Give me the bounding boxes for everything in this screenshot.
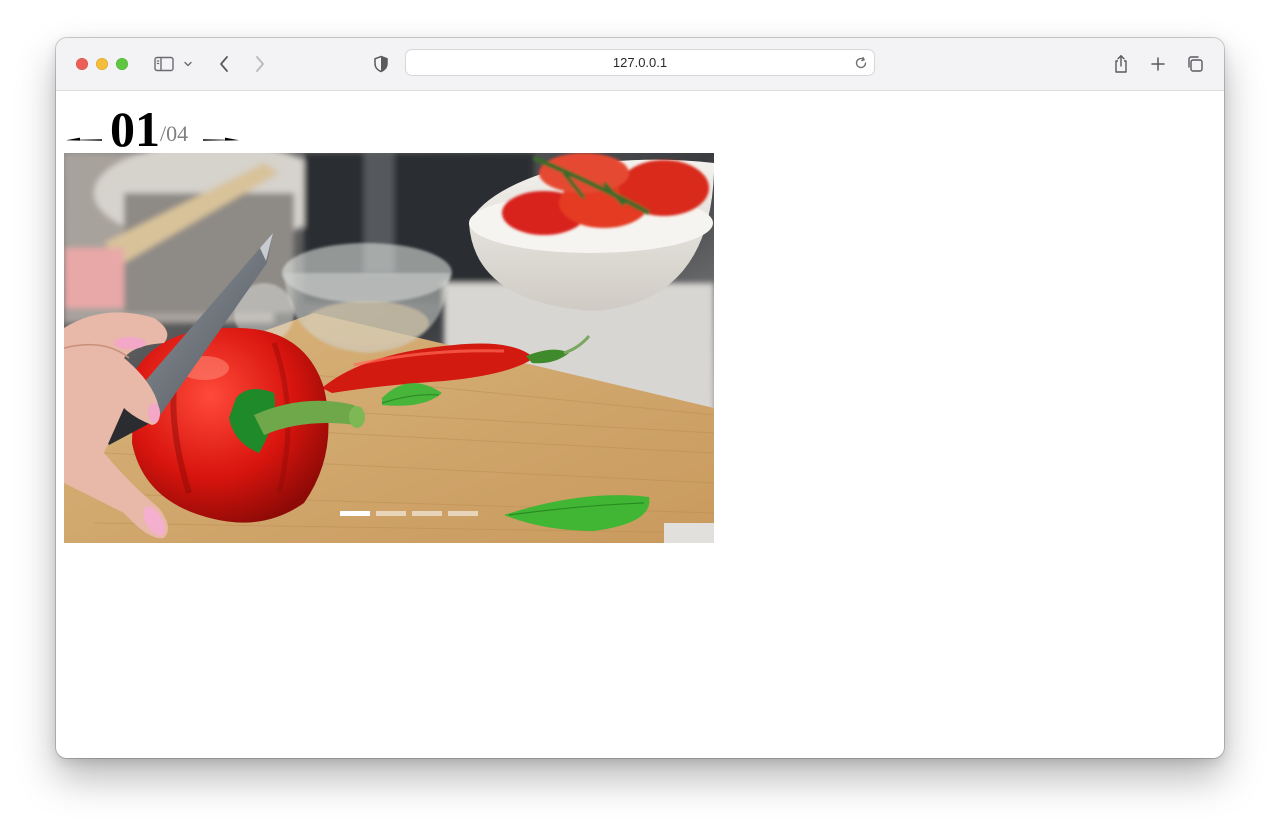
sidebar-icon[interactable] bbox=[152, 52, 176, 76]
minimize-window-button[interactable] bbox=[96, 58, 108, 70]
slider-pagination bbox=[340, 511, 478, 517]
slide-image bbox=[64, 153, 714, 543]
pagination-dot-3[interactable] bbox=[412, 511, 442, 516]
prev-arrow-icon[interactable] bbox=[64, 131, 104, 149]
current-slide-number: 01 bbox=[110, 101, 160, 157]
pagination-dot-1[interactable] bbox=[340, 511, 370, 516]
browser-window: 127.0.0.1 01 /04 bbox=[56, 38, 1224, 758]
shield-icon[interactable] bbox=[369, 52, 393, 76]
chevron-down-icon[interactable] bbox=[180, 52, 196, 76]
forward-arrow-icon[interactable] bbox=[248, 52, 272, 76]
pagination-dot-2[interactable] bbox=[376, 511, 406, 516]
browser-toolbar: 127.0.0.1 bbox=[56, 38, 1224, 91]
next-arrow-icon[interactable] bbox=[201, 131, 241, 149]
total-slides: /04 bbox=[160, 121, 189, 146]
address-bar[interactable]: 127.0.0.1 bbox=[405, 49, 875, 76]
close-window-button[interactable] bbox=[76, 58, 88, 70]
plus-icon[interactable] bbox=[1146, 52, 1170, 76]
maximize-window-button[interactable] bbox=[116, 58, 128, 70]
reload-icon[interactable] bbox=[852, 54, 870, 72]
back-arrow-icon[interactable] bbox=[212, 52, 236, 76]
share-icon[interactable] bbox=[1109, 52, 1133, 76]
page-content: 01 /04 bbox=[56, 91, 1224, 758]
image-slider[interactable] bbox=[64, 153, 714, 543]
pagination-dot-4[interactable] bbox=[448, 511, 478, 516]
url-text: 127.0.0.1 bbox=[612, 55, 668, 70]
tab-overview-icon[interactable] bbox=[1183, 52, 1207, 76]
